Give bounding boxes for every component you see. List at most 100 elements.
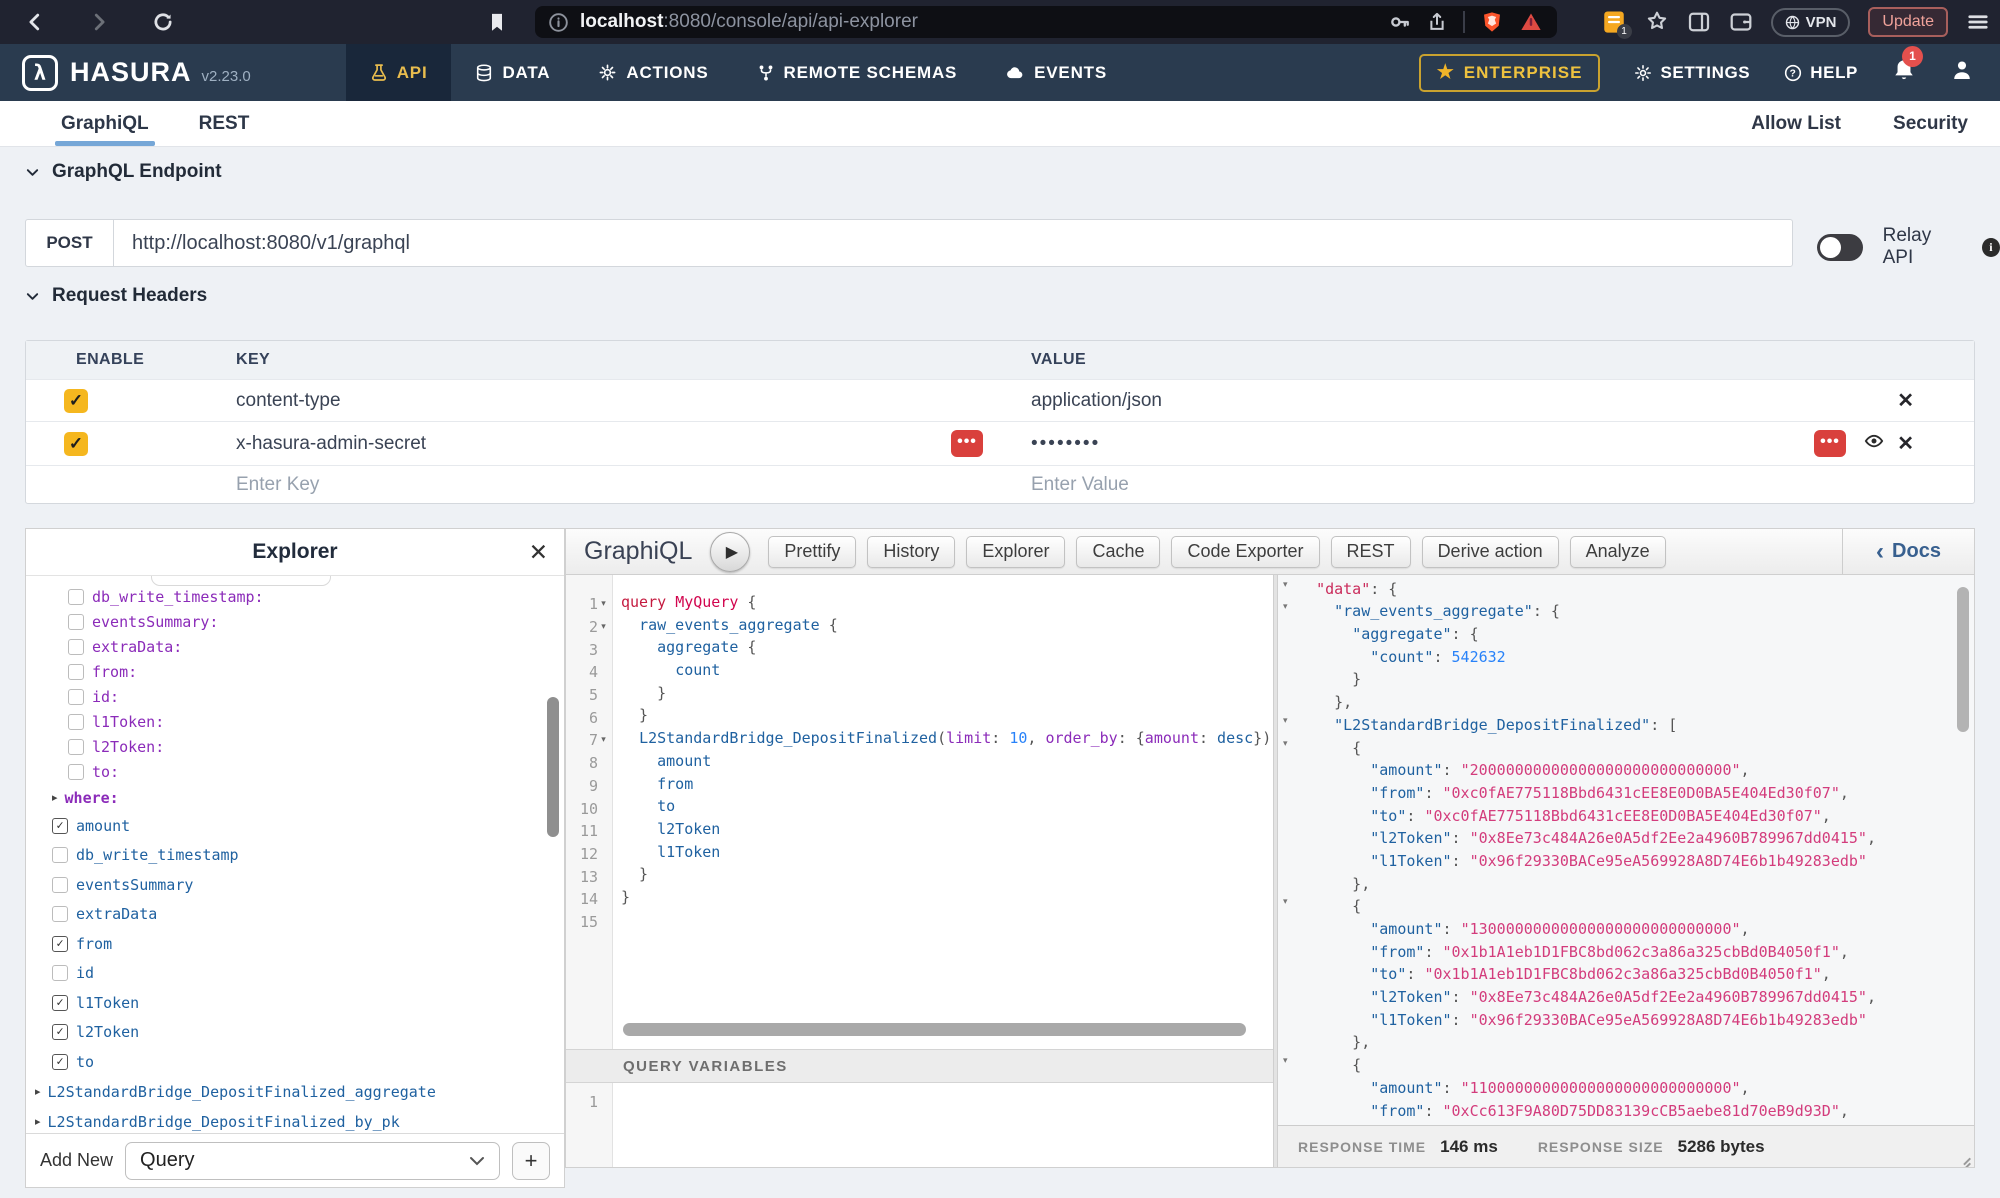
- site-info-icon[interactable]: [549, 13, 568, 32]
- checkbox[interactable]: [52, 906, 68, 922]
- checkbox[interactable]: [52, 965, 68, 981]
- query-code-line[interactable]: }: [621, 865, 1273, 888]
- checkbox[interactable]: [68, 714, 84, 730]
- reading-list-icon[interactable]: 1: [1601, 9, 1627, 35]
- checkbox[interactable]: [52, 877, 68, 893]
- bookmark-icon[interactable]: [487, 10, 507, 34]
- tab-graphiql[interactable]: GraphiQL: [55, 101, 155, 146]
- checkbox[interactable]: ✓: [52, 818, 68, 834]
- share-icon[interactable]: [1427, 11, 1447, 33]
- explorer-arg[interactable]: extraData:: [26, 634, 564, 659]
- explorer-arg[interactable]: l2Token:: [26, 734, 564, 759]
- query-code-line[interactable]: to: [621, 797, 1273, 820]
- checkbox[interactable]: [68, 664, 84, 680]
- new-value-input[interactable]: Enter Value: [1031, 474, 1129, 496]
- explorer-arg[interactable]: from:: [26, 659, 564, 684]
- header-value-masked[interactable]: ••••••••: [1031, 433, 1100, 455]
- explorer-where[interactable]: ▸where:: [26, 784, 564, 811]
- query-variables-editor[interactable]: 1: [566, 1083, 1273, 1167]
- query-code-line[interactable]: [621, 911, 1273, 934]
- browser-forward-icon[interactable]: [88, 11, 110, 33]
- explorer-field[interactable]: ✓l1Token: [26, 988, 564, 1018]
- query-code-line[interactable]: L2StandardBridge_DepositFinalized(limit:…: [621, 729, 1273, 752]
- vpn-button[interactable]: VPN: [1771, 8, 1851, 37]
- explorer-arg[interactable]: l1Token:: [26, 709, 564, 734]
- explorer-arg[interactable]: id:: [26, 684, 564, 709]
- query-code-line[interactable]: }: [621, 888, 1273, 911]
- explorer-field[interactable]: db_write_timestamp: [26, 841, 564, 871]
- prettify-button[interactable]: Prettify: [768, 536, 856, 568]
- explorer-field[interactable]: ✓l2Token: [26, 1018, 564, 1048]
- url-bar[interactable]: localhost:8080/console/api/api-explorer: [535, 6, 1557, 38]
- fold-arrow-icon[interactable]: ▾: [1283, 739, 1288, 749]
- derive-action-button[interactable]: Derive action: [1422, 536, 1559, 568]
- warning-triangle-icon[interactable]: [1519, 11, 1543, 33]
- remove-header-icon[interactable]: ✕: [1897, 388, 1914, 413]
- browser-back-icon[interactable]: [24, 11, 46, 33]
- response-viewer[interactable]: {▾ "data": {▾ "raw_events_aggregate": { …: [1278, 575, 1974, 1167]
- code-exporter-button[interactable]: Code Exporter: [1171, 536, 1319, 568]
- brave-leo-icon[interactable]: [1645, 10, 1669, 34]
- lastpass-fill-icon[interactable]: •••: [1814, 430, 1846, 457]
- relay-api-toggle[interactable]: [1817, 234, 1863, 261]
- checkbox[interactable]: ✓: [52, 1054, 68, 1070]
- explorer-arg[interactable]: db_write_timestamp:: [26, 584, 564, 609]
- query-code-line[interactable]: aggregate {: [621, 638, 1273, 661]
- sidebar-toggle-icon[interactable]: [1687, 10, 1711, 34]
- response-scrollbar[interactable]: [1957, 587, 1969, 732]
- execute-query-button[interactable]: ▶: [710, 532, 750, 572]
- explorer-button[interactable]: Explorer: [966, 536, 1065, 568]
- fold-arrow-icon[interactable]: ▾: [1283, 602, 1288, 612]
- editor-horizontal-scrollbar[interactable]: [623, 1023, 1246, 1036]
- checkbox[interactable]: [68, 639, 84, 655]
- header-value[interactable]: application/json: [1031, 390, 1162, 412]
- enterprise-button[interactable]: ★ ENTERPRISE: [1419, 54, 1601, 92]
- query-code-line[interactable]: }: [621, 684, 1273, 707]
- tab-security[interactable]: Security: [1893, 113, 1968, 135]
- add-new-select[interactable]: Query: [125, 1142, 500, 1180]
- settings-button[interactable]: SETTINGS: [1634, 63, 1750, 83]
- tab-rest[interactable]: REST: [193, 101, 256, 146]
- header-key[interactable]: content-type: [236, 390, 341, 412]
- explorer-root-field[interactable]: ▸L2StandardBridge_DepositFinalized_by_pk: [26, 1107, 564, 1134]
- query-variables-title[interactable]: QUERY VARIABLES: [623, 1058, 788, 1075]
- password-key-icon[interactable]: [1389, 11, 1411, 33]
- rest-button[interactable]: REST: [1331, 536, 1411, 568]
- query-editor[interactable]: 1▾2▾34567▾89101112131415 query MyQuery {…: [566, 575, 1273, 1049]
- checkbox[interactable]: [68, 689, 84, 705]
- explorer-field[interactable]: ✓from: [26, 929, 564, 959]
- explorer-scrollbar[interactable]: [547, 697, 559, 837]
- fold-arrow-icon[interactable]: ▾: [1283, 1056, 1288, 1066]
- explorer-field[interactable]: ✓to: [26, 1047, 564, 1077]
- nav-item-actions[interactable]: ACTIONS: [574, 44, 732, 101]
- query-code-line[interactable]: l2Token: [621, 820, 1273, 843]
- query-code-line[interactable]: from: [621, 775, 1273, 798]
- wallet-icon[interactable]: [1729, 10, 1753, 34]
- explorer-field[interactable]: ✓amount: [26, 811, 564, 841]
- brave-shield-icon[interactable]: [1481, 10, 1503, 34]
- explorer-arg[interactable]: eventsSummary:: [26, 609, 564, 634]
- explorer-field[interactable]: id: [26, 959, 564, 989]
- tab-allow-list[interactable]: Allow List: [1751, 113, 1841, 135]
- checkbox[interactable]: [68, 739, 84, 755]
- fold-arrow-icon[interactable]: ▾: [1283, 897, 1288, 907]
- history-button[interactable]: History: [867, 536, 955, 568]
- fold-arrow-icon[interactable]: ▾: [1283, 580, 1288, 590]
- enable-checkbox[interactable]: ✓: [64, 432, 88, 456]
- nav-item-data[interactable]: DATA: [451, 44, 574, 101]
- checkbox[interactable]: ✓: [52, 995, 68, 1011]
- add-new-button[interactable]: +: [512, 1142, 550, 1180]
- query-code-line[interactable]: query MyQuery {: [621, 593, 1273, 616]
- checkbox[interactable]: [68, 589, 84, 605]
- query-code-line[interactable]: }: [621, 706, 1273, 729]
- query-code-line[interactable]: count: [621, 661, 1273, 684]
- checkbox[interactable]: ✓: [52, 936, 68, 952]
- query-code-line[interactable]: l1Token: [621, 843, 1273, 866]
- checkbox[interactable]: [68, 614, 84, 630]
- reveal-eye-icon[interactable]: [1862, 431, 1886, 456]
- update-button[interactable]: Update: [1868, 7, 1948, 37]
- query-code-line[interactable]: raw_events_aggregate {: [621, 616, 1273, 639]
- hasura-logo[interactable]: λ: [22, 55, 58, 91]
- notifications-button[interactable]: 1: [1892, 57, 1916, 88]
- enable-checkbox[interactable]: ✓: [64, 389, 88, 413]
